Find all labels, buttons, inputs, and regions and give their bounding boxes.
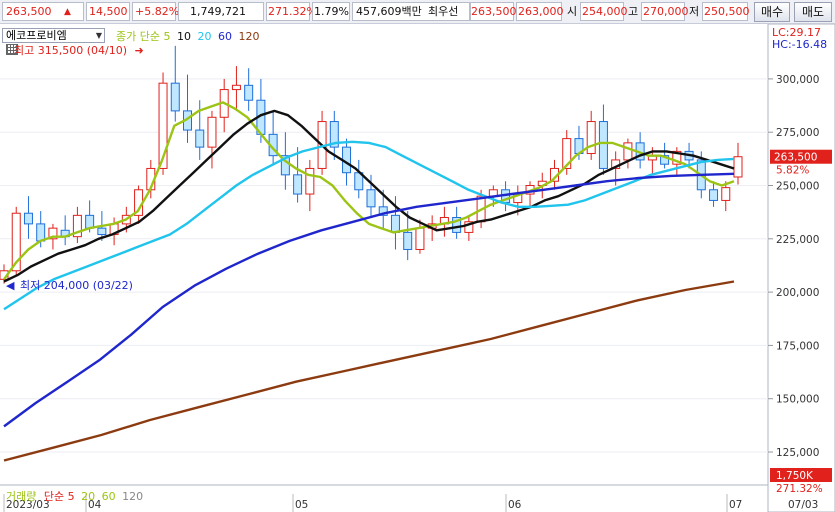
ma-legend-20: 20 bbox=[197, 30, 212, 43]
arrow-right-icon: ➜ bbox=[134, 44, 144, 57]
volume-tag-text: 1,750K bbox=[776, 470, 814, 482]
buy-button[interactable]: 매수 bbox=[754, 2, 790, 22]
best-bid-label: 최우선 bbox=[428, 5, 459, 18]
arrow-left-icon: ◀ bbox=[6, 279, 15, 292]
price-tag-text: 263,500 bbox=[774, 152, 817, 164]
high-label: 고 bbox=[628, 5, 639, 18]
price-chart[interactable]: 300,000 275,000 250,000 225,000 200,000 175,0… bbox=[0, 23, 835, 512]
volume-ratio: 271.32% bbox=[268, 5, 317, 18]
volume-pct-text: 271.32% bbox=[776, 483, 823, 495]
x-range-label: 07/03 bbox=[788, 499, 818, 511]
change-percent: +5.82% bbox=[135, 5, 180, 18]
candle-body bbox=[390, 214, 400, 233]
chart-canvas[interactable]: 300,000 275,000 250,000 225,000 200,000 175,0… bbox=[0, 23, 835, 512]
candle-body bbox=[293, 174, 303, 195]
candle-body bbox=[415, 227, 425, 250]
candle-body bbox=[403, 231, 413, 250]
candle-body bbox=[85, 214, 95, 229]
volume-legend-20: 20 bbox=[81, 490, 96, 503]
candle-body bbox=[721, 187, 731, 201]
x-tick-label: 05 bbox=[295, 499, 308, 511]
candle-body bbox=[207, 116, 217, 148]
candle-body bbox=[231, 84, 241, 91]
candle-body bbox=[598, 121, 608, 169]
candle-body bbox=[366, 189, 376, 208]
pct-tag-text: 5.82% bbox=[776, 165, 809, 177]
candle-body bbox=[305, 167, 315, 195]
open-price: 254,000 bbox=[582, 5, 628, 18]
stock-selector[interactable]: 에코프로비엠 ▼ bbox=[2, 28, 105, 43]
ma-legend-10: 10 bbox=[176, 30, 191, 43]
candle-body bbox=[586, 121, 596, 155]
high-annotation: 최고 315,500 (04/10) ➜ bbox=[14, 42, 144, 58]
candle-body bbox=[733, 156, 743, 178]
high-price: 270,000 bbox=[643, 5, 689, 18]
hc-value: HC:-16.48 bbox=[772, 38, 828, 51]
stock-name: 에코프로비엠 bbox=[6, 29, 67, 42]
candle-body bbox=[170, 82, 180, 112]
y-tick-label: 200,000 bbox=[776, 287, 819, 299]
y-tick-label: 250,000 bbox=[776, 181, 819, 193]
y-tick-label: 150,000 bbox=[776, 394, 819, 406]
candle-body bbox=[244, 84, 254, 101]
trade-value: 457,609백만 bbox=[356, 5, 422, 18]
volume-legend-60: 60 bbox=[101, 490, 116, 503]
ma-legend-60: 60 bbox=[217, 30, 232, 43]
low-price: 250,500 bbox=[704, 5, 750, 18]
volume-legend-type: 단순 5 bbox=[43, 490, 75, 503]
ticker-bar: 263,500 ▲ 14,500 +5.82% 1,749,721 271.32… bbox=[0, 0, 835, 24]
y-tick-label: 175,000 bbox=[776, 340, 819, 352]
y-tick-label: 125,000 bbox=[776, 447, 819, 459]
candle-body bbox=[97, 227, 107, 236]
volume-legend-label: 거래량 bbox=[6, 490, 37, 503]
turnover-percent: 1.79% bbox=[314, 5, 349, 18]
x-tick-label: 06 bbox=[508, 499, 522, 511]
ask-price: 263,500 bbox=[471, 5, 517, 18]
candle-body bbox=[195, 129, 205, 148]
candle-body bbox=[709, 189, 719, 201]
ma-legend-120: 120 bbox=[238, 30, 260, 43]
up-arrow-icon: ▲ bbox=[64, 7, 71, 17]
low-annotation-text: 최저 204,000 (03/22) bbox=[19, 279, 133, 292]
candle-body bbox=[23, 212, 33, 225]
y-tick-label: 225,000 bbox=[776, 234, 819, 246]
candle-body bbox=[623, 142, 633, 161]
chevron-down-icon: ▼ bbox=[95, 31, 102, 40]
high-annotation-text: 최고 315,500 (04/10) bbox=[14, 44, 128, 57]
low-annotation: ◀ 최저 204,000 (03/22) bbox=[6, 277, 133, 293]
price-change: 14,500 bbox=[89, 5, 128, 18]
x-tick-label: 07 bbox=[729, 499, 742, 511]
sell-button[interactable]: 매도 bbox=[794, 2, 832, 22]
y-tick-label: 300,000 bbox=[776, 74, 819, 86]
volume-legend[interactable]: 거래량 단순 5 20 60 120 bbox=[6, 488, 143, 504]
current-price: 263,500 bbox=[6, 5, 52, 18]
y-tick-label: 275,000 bbox=[776, 127, 819, 139]
bid-price: 263,000 bbox=[518, 5, 564, 18]
candle-body bbox=[36, 223, 46, 242]
open-label: 시 bbox=[567, 5, 578, 18]
volume-legend-120: 120 bbox=[122, 490, 144, 503]
volume-value: 1,749,721 bbox=[190, 5, 246, 18]
low-label: 저 bbox=[689, 5, 700, 18]
